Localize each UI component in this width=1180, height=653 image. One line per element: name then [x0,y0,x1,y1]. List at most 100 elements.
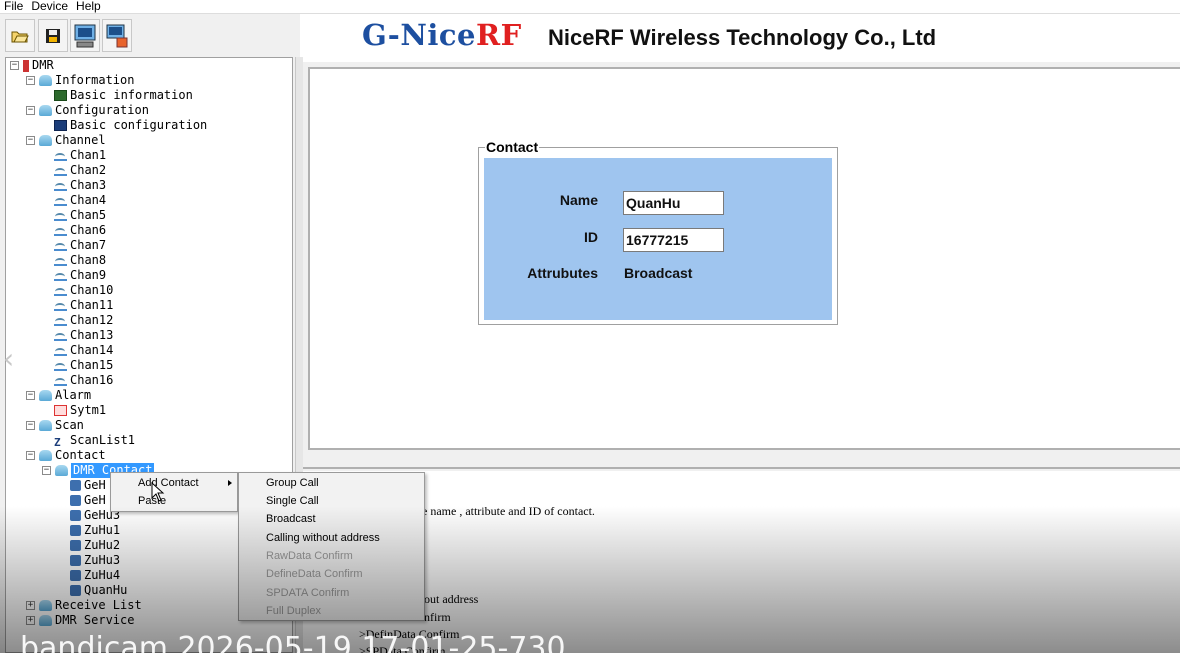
tree-node-channel-item[interactable]: Chan9 [54,268,106,283]
tree-node-channel-item[interactable]: Chan14 [54,343,113,358]
menu-item-group-call[interactable]: Group Call [239,474,424,492]
read-device-button[interactable] [70,19,100,52]
tree-node-channel-item[interactable]: Chan5 [54,208,106,223]
collapse-icon[interactable]: − [26,421,35,430]
menu-item-full-duplex[interactable]: Full Duplex [239,602,424,620]
tree-node-channel-item[interactable]: Chan12 [54,313,113,328]
contact-group: Contact Name QuanHu ID 16777215 Attrubut… [478,139,838,325]
menu-item-single-call[interactable]: Single Call [239,492,424,510]
channel-icon [54,285,67,296]
attributes-value: Broadcast [624,265,693,281]
folder-icon [39,450,52,461]
expand-icon[interactable]: + [26,616,35,625]
menu-item-broadcast[interactable]: Broadcast [239,510,424,528]
tree-node-channel-item[interactable]: Chan13 [54,328,113,343]
tree-node-channel-item[interactable]: Chan1 [54,148,106,163]
tree-node-channel-item[interactable]: Chan10 [54,283,113,298]
menu-file[interactable]: File [0,0,27,13]
contact-icon [70,525,81,536]
menu-help[interactable]: Help [72,0,105,13]
tree-node-channel-item[interactable]: Chan8 [54,253,106,268]
collapse-icon[interactable]: − [26,451,35,460]
tree-node-contact-item[interactable]: ZuHu2 [70,538,120,553]
tree-node-channel-item[interactable]: Chan11 [54,298,113,313]
company-name: NiceRF Wireless Technology Co., Ltd [548,25,937,50]
collapse-icon[interactable]: − [26,76,35,85]
tree-node-dmr-service[interactable]: + DMR Service [26,613,134,628]
tree-node-contact-item[interactable]: ZuHu1 [70,523,120,538]
mouse-cursor-icon [151,482,165,502]
channel-icon [54,195,67,206]
menu-item-definedata-confirm[interactable]: DefineData Confirm [239,565,424,583]
contact-icon [70,570,81,581]
tree-node-channel-item[interactable]: Chan15 [54,358,113,373]
tree-node-contact-item[interactable]: GeH [70,493,106,508]
tree-node-alarm[interactable]: − Alarm [26,388,91,403]
save-button[interactable] [38,19,68,52]
menu-item-paste[interactable]: Paste [111,492,237,510]
menu-item-add-contact[interactable]: Add Contact [111,474,237,492]
previous-arrow-icon[interactable]: ‹ [3,342,14,375]
collapse-icon[interactable]: − [26,106,35,115]
channel-icon [54,270,67,281]
open-folder-icon [11,31,29,42]
name-label: Name [559,192,598,208]
tree-node-contact[interactable]: − Contact [26,448,106,463]
info-table-icon [54,90,67,101]
tree-node-dmr[interactable]: − DMR [10,58,54,73]
help-pane: e name , attribute and ID of contact. ou… [303,471,1180,653]
write-device-button[interactable] [102,19,132,52]
tree-node-channel-item[interactable]: Chan6 [54,223,106,238]
channel-icon [54,330,67,341]
menu-item-rawdata-confirm[interactable]: RawData Confirm [239,547,424,565]
collapse-icon[interactable]: − [26,391,35,400]
add-contact-submenu: Group Call Single Call Broadcast Calling… [238,472,425,621]
tree-node-channel-item[interactable]: Chan2 [54,163,106,178]
contact-icon [70,495,81,506]
channel-icon [54,180,67,191]
collapse-icon[interactable]: − [26,136,35,145]
contact-icon [70,510,81,521]
tree-node-channel-item[interactable]: Chan16 [54,373,113,388]
recording-watermark: bandicam 2026-05-19 17-01-25-730 [20,631,566,653]
contact-icon [70,555,81,566]
toolbar [0,16,300,54]
tree-node-contact-item[interactable]: ZuHu3 [70,553,120,568]
id-label: ID [584,229,598,245]
menu-device[interactable]: Device [27,0,72,13]
tree-node-information[interactable]: − Information [26,73,134,88]
horizontal-splitter[interactable] [303,453,1180,469]
contact-group-title: Contact [485,139,540,155]
id-field[interactable]: 16777215 [623,228,724,252]
save-disk-icon [46,28,60,43]
menu-item-spdata-confirm[interactable]: SPDATA Confirm [239,584,424,602]
tree-node-channel-item[interactable]: Chan7 [54,238,106,253]
open-button[interactable] [5,19,35,52]
attributes-label: Attrubutes [527,265,598,281]
name-field[interactable]: QuanHu [623,191,724,215]
tree-node-channel-item[interactable]: Chan3 [54,178,106,193]
tree-node-contact-item[interactable]: ZuHu4 [70,568,120,583]
tree-node-contact-item[interactable]: QuanHu [70,583,127,598]
device-icon [23,59,29,72]
config-icon [54,120,67,131]
tree-node-scanlist1[interactable]: Z ScanList1 [54,433,135,449]
tree-node-basic-information[interactable]: Basic information [54,88,193,103]
help-text-line: e name , attribute and ID of contact. [422,504,595,518]
contact-icon [70,480,81,491]
tree-node-basic-configuration[interactable]: Basic configuration [54,118,207,133]
tree-node-sytm1[interactable]: Sytm1 [54,403,106,418]
expand-icon[interactable]: + [26,601,35,610]
collapse-icon[interactable]: − [42,466,51,475]
tree-node-contact-item[interactable]: GeH [70,478,106,493]
tree-node-channel-item[interactable]: Chan4 [54,193,106,208]
tree-node-scan[interactable]: − Scan [26,418,84,433]
tree-node-receive-list[interactable]: + Receive List [26,598,142,613]
tree-node-configuration[interactable]: − Configuration [26,103,149,118]
tree-node-channel[interactable]: − Channel [26,133,106,148]
contact-icon [70,540,81,551]
collapse-icon[interactable]: − [10,61,19,70]
folder-icon [55,465,68,476]
menu-item-calling-without-address[interactable]: Calling without address [239,529,424,547]
menu-bar: File Device Help [0,0,1180,14]
